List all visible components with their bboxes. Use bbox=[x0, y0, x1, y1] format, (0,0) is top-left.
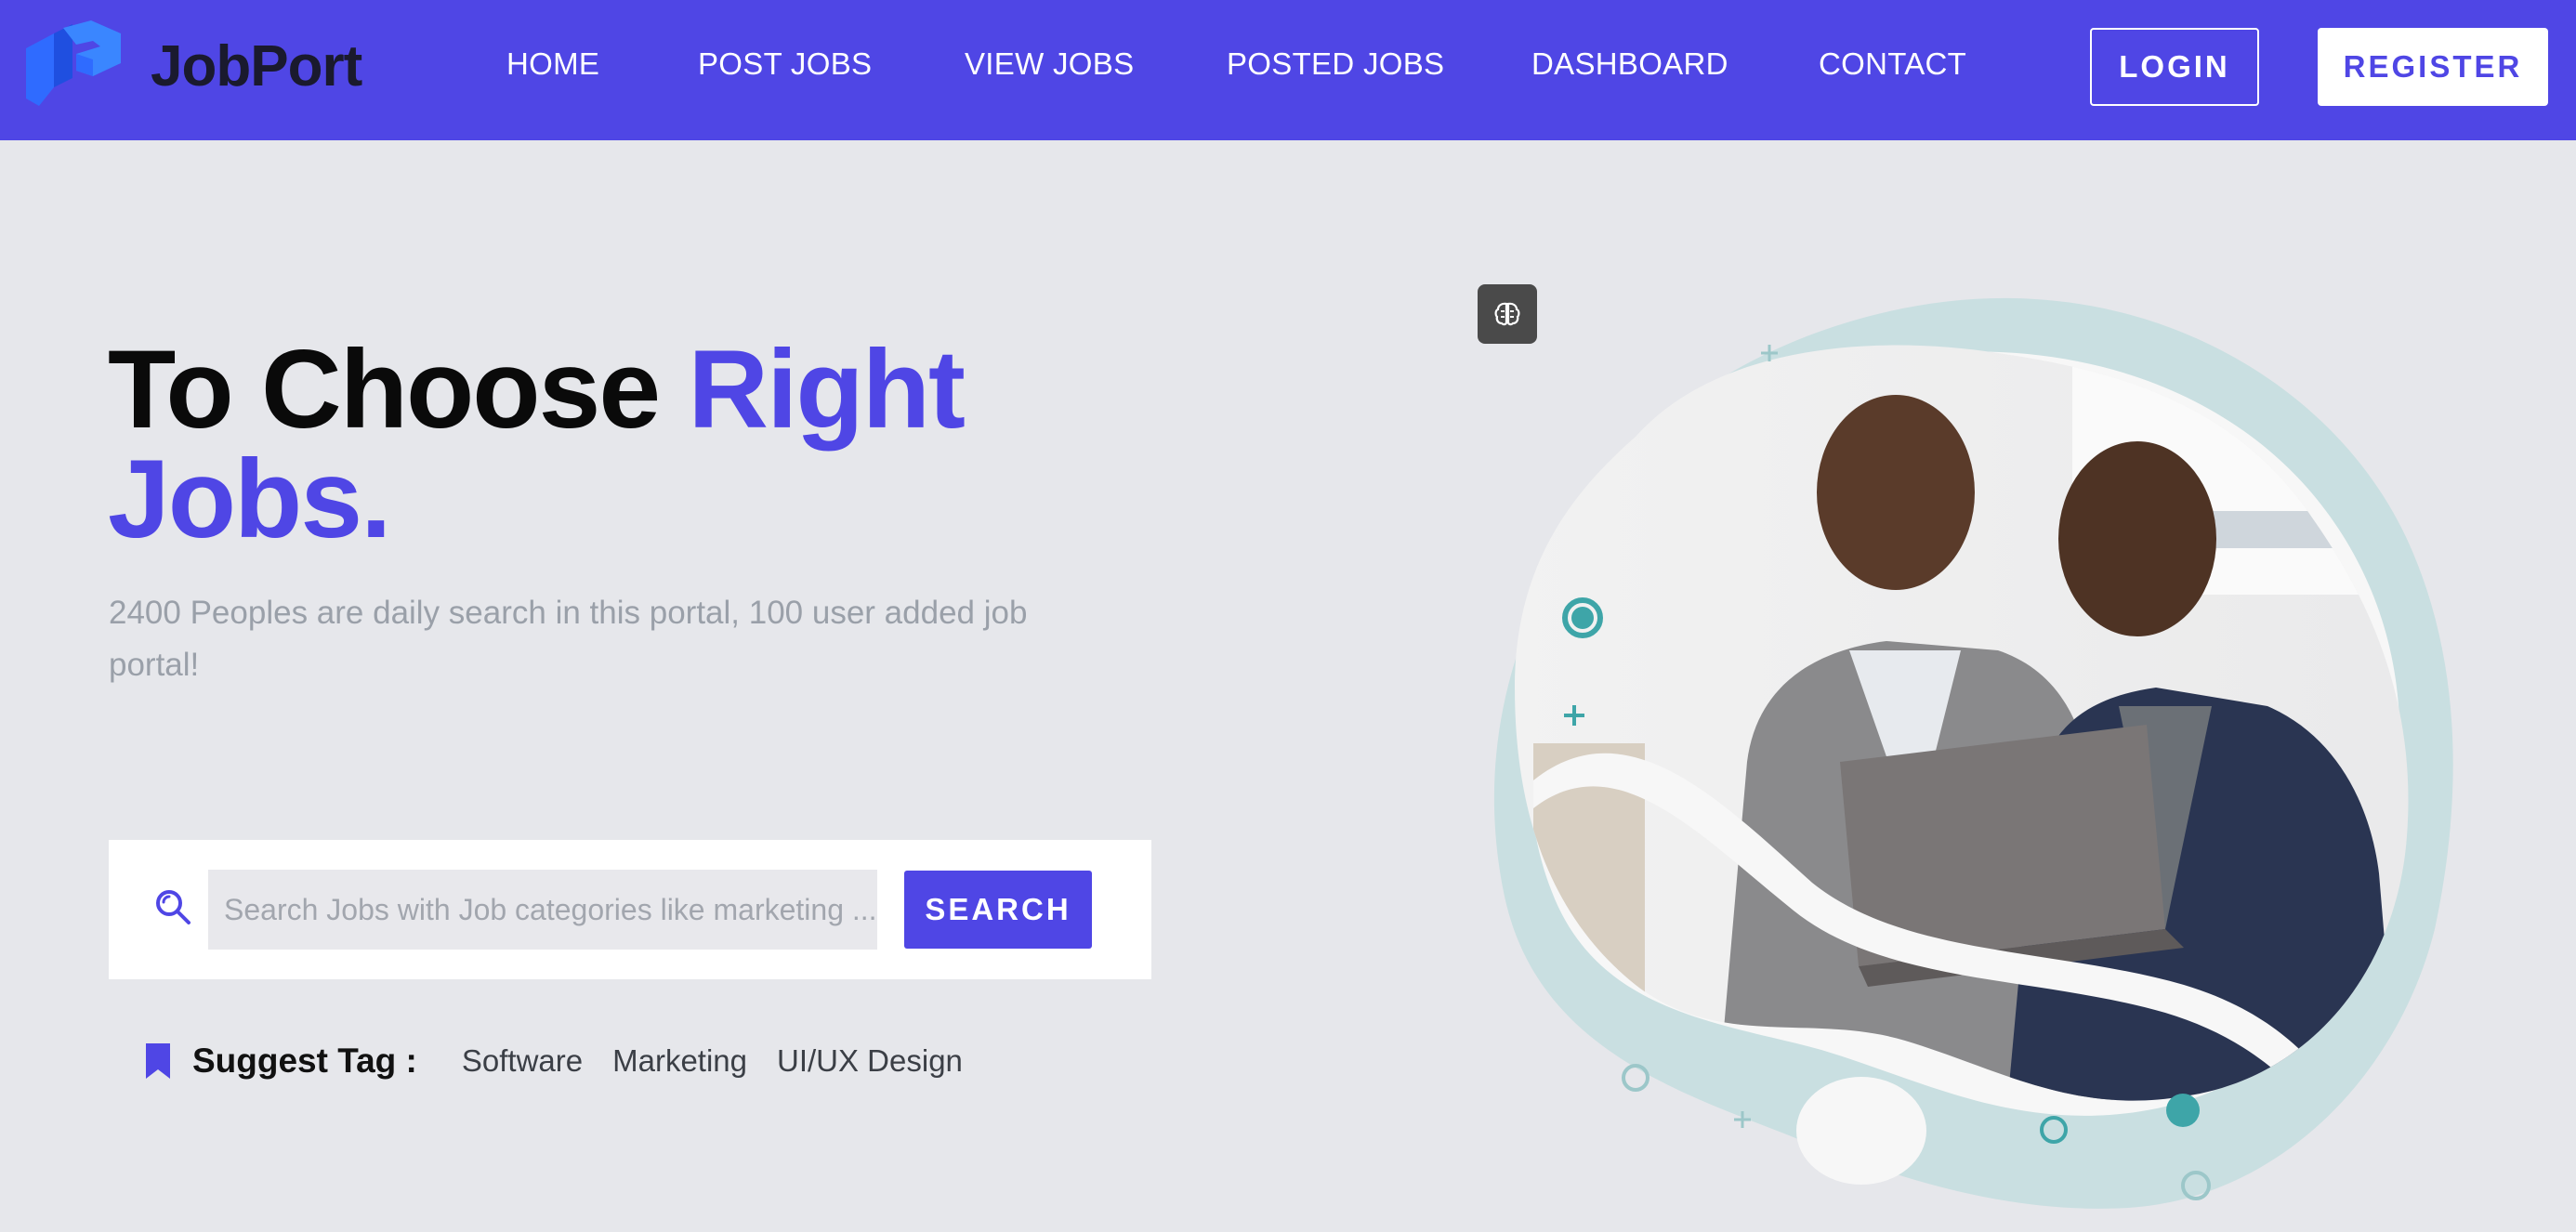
search-input[interactable] bbox=[208, 870, 877, 950]
search-button[interactable]: SEARCH bbox=[904, 871, 1092, 949]
hero-title-accent-1: Right bbox=[688, 327, 966, 452]
nav-view-jobs[interactable]: VIEW JOBS bbox=[965, 46, 1134, 82]
nav-contact[interactable]: CONTACT bbox=[1819, 46, 1966, 82]
nav-posted-jobs[interactable]: POSTED JOBS bbox=[1227, 46, 1444, 82]
bookmark-icon bbox=[146, 1043, 170, 1079]
suggest-tag-label: Suggest Tag : bbox=[192, 1042, 417, 1080]
hero-title: To Choose Right Jobs. bbox=[108, 334, 1223, 555]
tag-software[interactable]: Software bbox=[462, 1043, 583, 1079]
navbar: JobPort HOME POST JOBS VIEW JOBS POSTED … bbox=[0, 0, 2576, 140]
brand-name: JobPort bbox=[151, 33, 362, 98]
brain-icon bbox=[1494, 302, 1520, 326]
hero-title-plain: To Choose bbox=[108, 327, 689, 452]
nav-dashboard[interactable]: DASHBOARD bbox=[1531, 46, 1728, 82]
hero-title-accent-2: Jobs. bbox=[108, 437, 391, 561]
suggest-tags: Suggest Tag : Software Marketing UI/UX D… bbox=[144, 1042, 992, 1081]
login-button[interactable]: LOGIN bbox=[2090, 28, 2259, 106]
tag-marketing[interactable]: Marketing bbox=[612, 1043, 747, 1079]
register-button[interactable]: REGISTER bbox=[2318, 28, 2548, 106]
logo[interactable]: JobPort bbox=[19, 20, 362, 111]
jobport-logo-icon bbox=[26, 20, 121, 106]
hero-subtitle: 2400 Peoples are daily search in this po… bbox=[109, 595, 1028, 683]
hero-illustration bbox=[1493, 297, 2453, 1209]
nav-post-jobs[interactable]: POST JOBS bbox=[698, 46, 872, 82]
search-box: SEARCH bbox=[109, 840, 1151, 979]
assistant-badge[interactable] bbox=[1478, 284, 1537, 344]
tag-ui-ux-design[interactable]: UI/UX Design bbox=[777, 1043, 963, 1079]
search-icon bbox=[156, 890, 191, 924]
nav-home[interactable]: HOME bbox=[506, 46, 599, 82]
